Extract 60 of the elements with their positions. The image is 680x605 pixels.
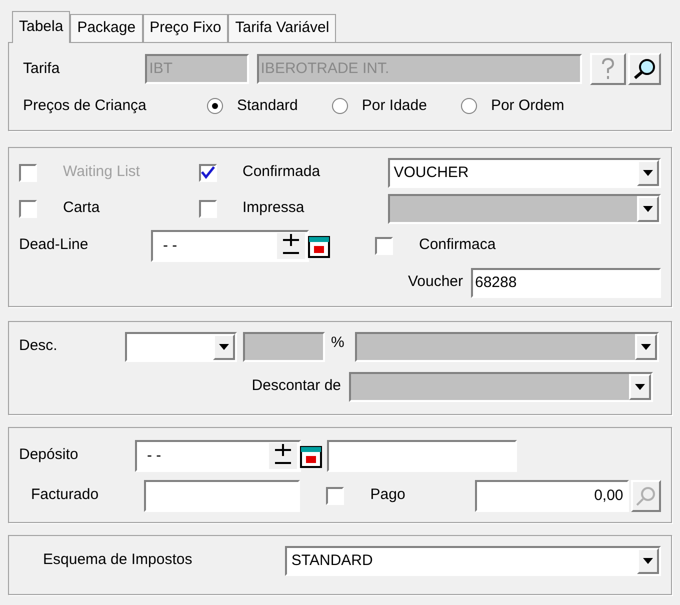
checkbox-label: Pago xyxy=(370,485,406,506)
check-icon xyxy=(200,166,214,180)
field-label: Preços de Criança xyxy=(22,96,148,116)
caret-icon xyxy=(643,558,653,564)
checkbox-label: Carta xyxy=(63,198,100,218)
radio-button[interactable] xyxy=(332,98,348,114)
radio-button[interactable] xyxy=(460,98,477,114)
checkbox[interactable] xyxy=(198,164,216,182)
plus-minus-icon[interactable] xyxy=(277,232,305,258)
dropdown-button[interactable] xyxy=(629,374,651,400)
field-label: Tarifa xyxy=(22,58,61,79)
dropdown-field[interactable] xyxy=(349,372,653,402)
checkbox[interactable] xyxy=(19,200,37,218)
caret-icon xyxy=(643,170,653,176)
caret-icon xyxy=(219,344,229,350)
question-icon xyxy=(600,58,616,80)
checkbox[interactable] xyxy=(326,486,344,504)
field-label: Voucher xyxy=(408,272,463,292)
dropdown-field[interactable] xyxy=(355,332,659,362)
checkbox-label: Confirmada xyxy=(242,162,320,182)
field-label: Descontar de xyxy=(250,376,342,396)
tab[interactable]: Preço Fixo xyxy=(142,14,228,42)
percent-label: % xyxy=(331,332,346,352)
text-field[interactable] xyxy=(327,440,517,472)
checkbox-label: Waiting List xyxy=(63,162,140,182)
tab[interactable]: Tarifa Variável xyxy=(228,14,336,42)
caret-icon xyxy=(641,344,651,350)
help-button[interactable] xyxy=(590,53,626,85)
discount-value-field[interactable] xyxy=(243,332,325,362)
amount-field[interactable]: 0,00 xyxy=(474,480,630,512)
search-button[interactable] xyxy=(628,53,661,85)
radio-label: Por Idade xyxy=(362,96,427,116)
dropdown-button[interactable] xyxy=(635,334,657,360)
number-field[interactable]: 68288 xyxy=(471,268,661,298)
invoice-field[interactable] xyxy=(144,480,300,512)
dropdown-button[interactable] xyxy=(213,334,235,360)
tab[interactable]: Package xyxy=(70,14,143,42)
plus-minus-icon[interactable] xyxy=(269,442,297,468)
checkbox[interactable] xyxy=(198,200,216,218)
discount-type-field[interactable] xyxy=(125,332,237,362)
search-icon xyxy=(635,486,658,506)
field-label: Dead-Line xyxy=(19,235,90,256)
dropdown-field[interactable]: STANDARD xyxy=(285,546,661,576)
radio-label: Por Ordem xyxy=(490,96,564,116)
field-label: Esquema de Impostos xyxy=(42,550,194,570)
dropdown-field[interactable]: VOUCHER xyxy=(388,158,661,188)
caret-icon xyxy=(643,206,653,212)
checkbox[interactable] xyxy=(375,236,393,254)
radio-label: Standard xyxy=(237,96,298,116)
checkbox-label: Confirmaca xyxy=(419,235,496,256)
caret-icon xyxy=(635,384,645,390)
field-label: Desc. xyxy=(19,336,58,356)
tab[interactable]: Tabela xyxy=(12,11,70,43)
field-label: Facturado xyxy=(30,485,100,506)
search-icon xyxy=(632,58,657,80)
dropdown-button[interactable] xyxy=(637,548,659,574)
radio-button[interactable] xyxy=(207,98,223,114)
field-label: Depósito xyxy=(19,445,80,466)
dropdown-button[interactable] xyxy=(637,160,659,186)
checkbox-label: Impressa xyxy=(242,198,304,218)
